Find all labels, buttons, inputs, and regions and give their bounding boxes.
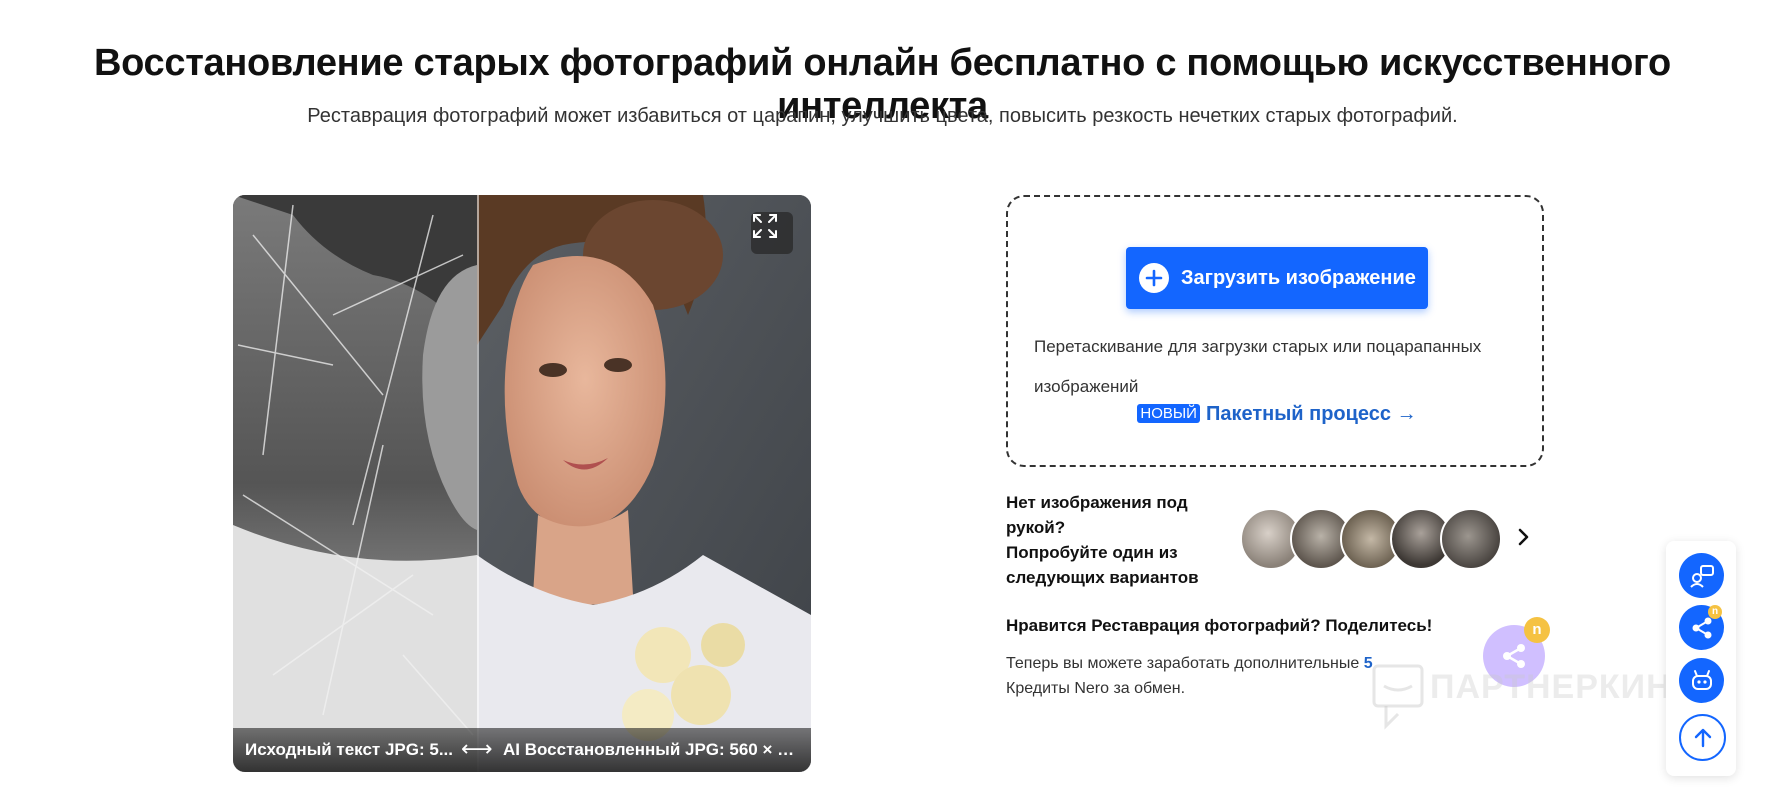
expand-button[interactable] — [751, 212, 793, 254]
sample-thumbnails — [1240, 508, 1510, 570]
samples-label: Нет изображения под рукой? Попробуйте од… — [1006, 490, 1211, 590]
compare-divider[interactable] — [477, 195, 479, 772]
share-text: Теперь вы можете заработать дополнительн… — [1006, 651, 1426, 701]
nero-coin-icon: n — [1524, 617, 1550, 643]
samples-label-line2: Попробуйте один из следующих вариантов — [1006, 543, 1199, 587]
arrow-up-icon — [1694, 728, 1711, 747]
expand-icon — [753, 214, 777, 238]
comparison-image — [233, 195, 811, 772]
watermark-icon — [1372, 664, 1424, 730]
batch-process-link[interactable]: Пакетный процесс → — [1206, 403, 1417, 425]
share-icon — [1503, 644, 1525, 668]
sample-thumbnail[interactable] — [1440, 508, 1502, 570]
page-subtitle: Реставрация фотографий может избавиться … — [307, 105, 1458, 127]
upload-image-button[interactable]: Загрузить изображение — [1126, 247, 1428, 309]
upload-button-label: Загрузить изображение — [1181, 266, 1416, 289]
batch-row: НОВЫЙ Пакетный процесс → — [1008, 403, 1546, 426]
before-after-viewer[interactable]: Исходный текст JPG: 5... ⟷ AI Восстановл… — [233, 195, 811, 772]
original-caption: Исходный текст JPG: 5... — [245, 740, 453, 759]
share-icon — [1692, 617, 1711, 638]
feedback-button[interactable] — [1679, 553, 1724, 598]
compare-arrow-icon: ⟷ — [461, 736, 493, 761]
share-title: Нравится Реставрация фотографий? Поделит… — [1006, 616, 1433, 635]
feedback-icon — [1689, 564, 1714, 588]
new-badge: НОВЫЙ — [1137, 404, 1200, 423]
upload-dropzone[interactable]: Загрузить изображение Перетаскивание для… — [1006, 195, 1544, 467]
drop-hint: Перетаскивание для загрузки старых или п… — [1034, 337, 1482, 396]
chevron-right-icon[interactable] — [1512, 522, 1536, 552]
scroll-top-button[interactable] — [1679, 714, 1726, 761]
rail-coin-badge: n — [1708, 605, 1722, 619]
plus-icon — [1139, 263, 1169, 293]
restored-caption: AI Восстановленный JPG: 560 × 56... — [503, 740, 803, 759]
ai-assistant-button[interactable] — [1679, 658, 1724, 703]
samples-label-line1: Нет изображения под рукой? — [1006, 493, 1188, 537]
caption-bar: Исходный текст JPG: 5... ⟷ AI Восстановл… — [233, 728, 811, 772]
share-text-before: Теперь вы можете заработать дополнительн… — [1006, 655, 1364, 672]
robot-icon — [1691, 669, 1712, 690]
share-text-after: Кредиты Nero за обмен. — [1006, 680, 1186, 697]
watermark-text: ПАРТНЕРКИН — [1430, 668, 1672, 706]
right-toolbar: n — [1666, 541, 1736, 776]
